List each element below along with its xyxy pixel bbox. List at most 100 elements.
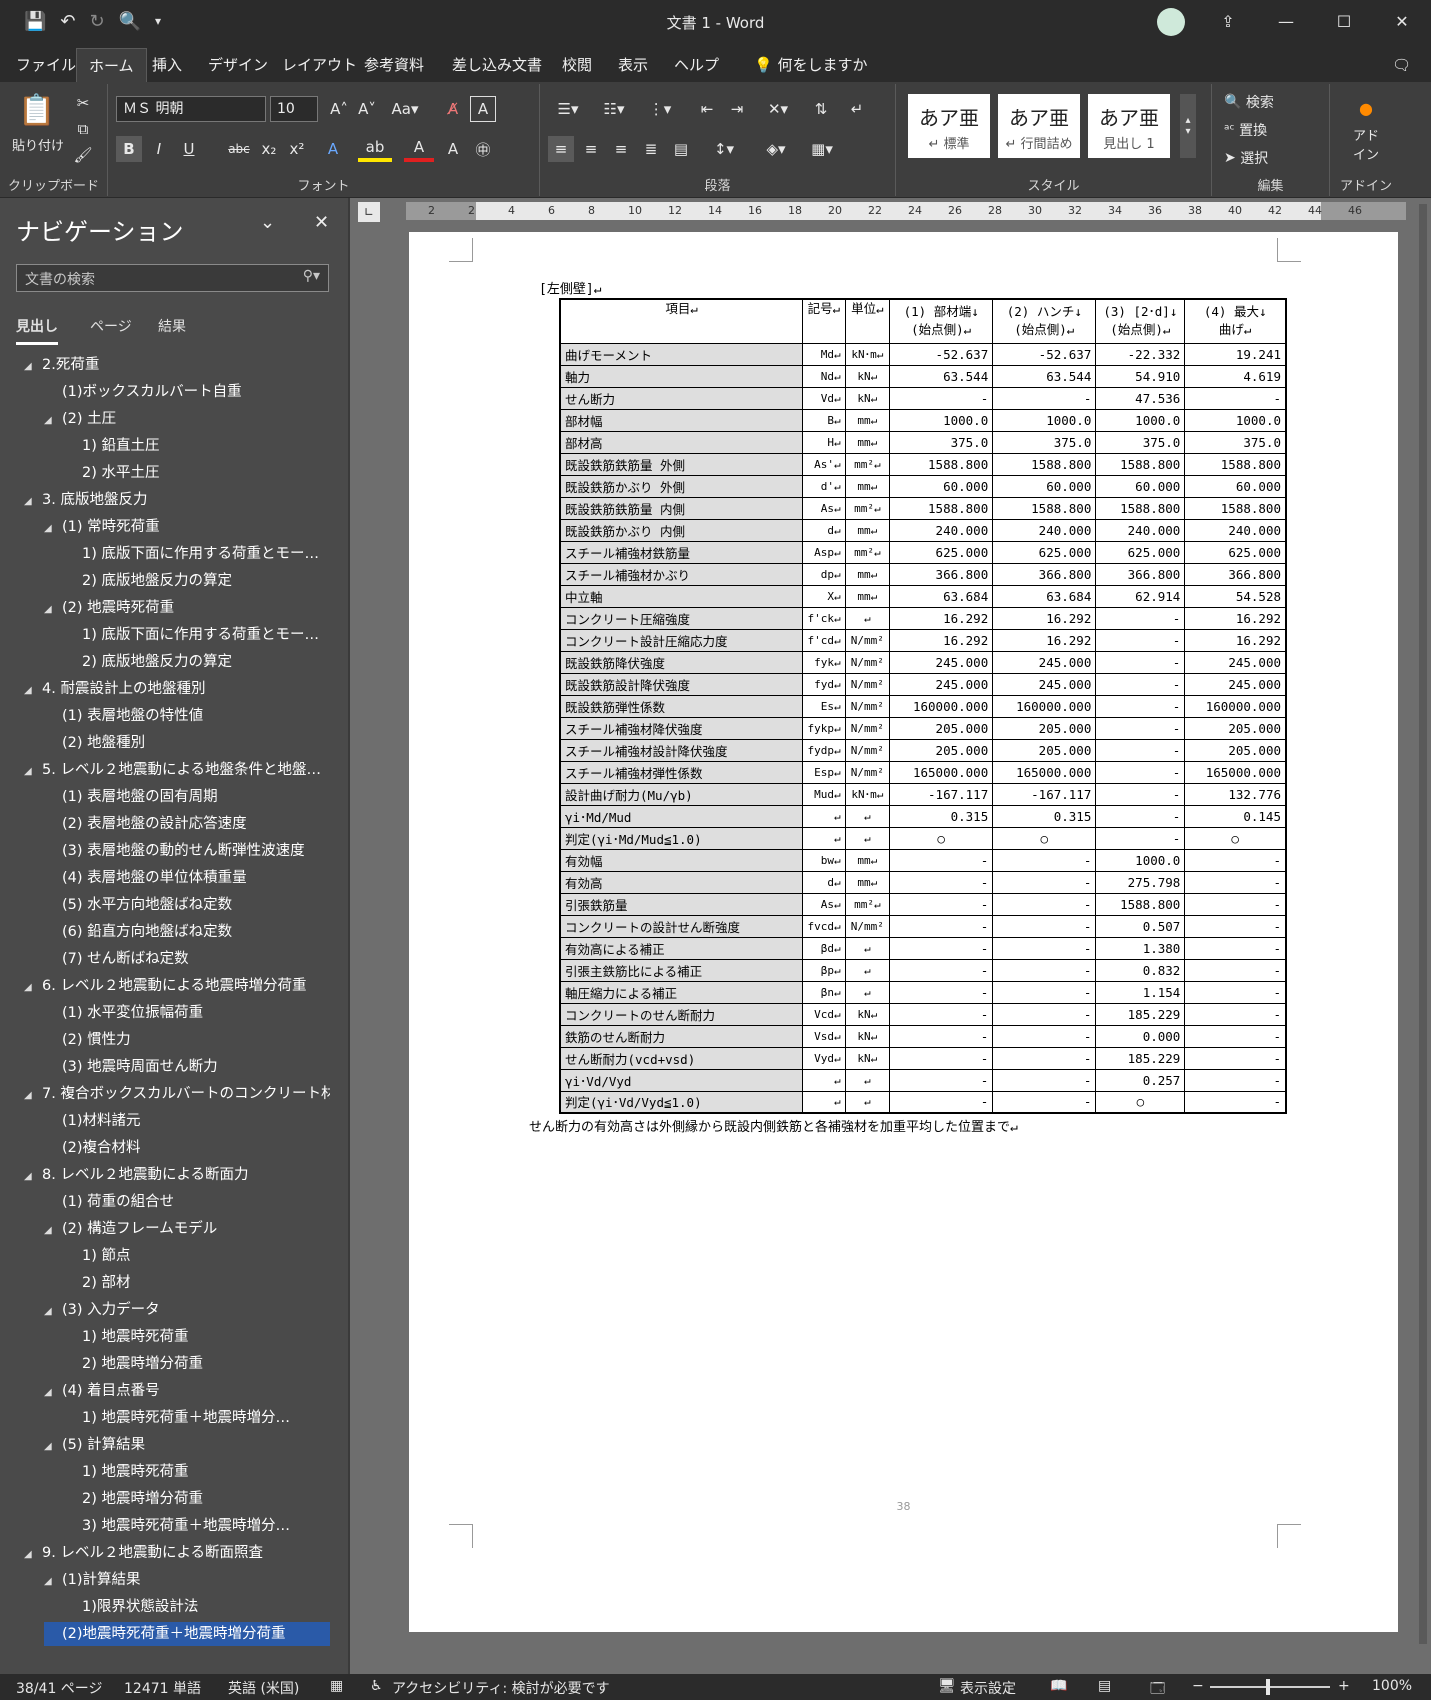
nav-heading-item[interactable]: 1) 地震時死荷重	[64, 1325, 330, 1349]
style-heading1[interactable]: あア亜 見出し 1	[1088, 94, 1170, 158]
nav-heading-item[interactable]: (1)材料諸元	[44, 1109, 330, 1133]
multilevel-list-icon[interactable]: ⋮▾	[640, 96, 680, 122]
nav-heading-item[interactable]: ◢ (5) 計算結果	[44, 1433, 330, 1457]
nav-heading-item[interactable]: (7) せん断ばね定数	[44, 947, 330, 971]
tab-review[interactable]: 校閲	[550, 48, 604, 82]
cut-icon[interactable]: ✂	[72, 92, 94, 114]
nav-heading-item[interactable]: 2) 底版地盤反力の算定	[64, 569, 330, 593]
font-name-box[interactable]: ＭＳ 明朝	[116, 96, 266, 122]
nav-heading-item[interactable]: 1) 地震時死荷重	[64, 1460, 330, 1484]
nav-heading-item[interactable]: (2)複合材料	[44, 1136, 330, 1160]
nav-heading-item[interactable]: ◢ 4. 耐震設計上の地盤種別	[24, 677, 330, 701]
tab-home[interactable]: ホーム	[76, 48, 147, 82]
shrink-font-icon[interactable]: A˅	[354, 96, 380, 122]
tab-mailings[interactable]: 差し込み文書	[440, 48, 554, 82]
sort-icon[interactable]: ⇅	[808, 96, 834, 122]
font-size-box[interactable]: 10	[270, 96, 318, 122]
zoom-out-button[interactable]: −	[1192, 1678, 1204, 1694]
zoom-slider-thumb[interactable]	[1266, 1679, 1270, 1695]
nav-heading-item[interactable]: ◢ 3. 底版地盤反力	[24, 488, 330, 512]
grow-font-icon[interactable]: A˄	[326, 96, 352, 122]
nav-heading-item[interactable]: ◢ 9. レベル２地震動による断面照査	[24, 1541, 330, 1565]
nav-search-input[interactable]: 文書の検索 ⚲▾	[16, 264, 329, 292]
ribbon-display-options-button[interactable]: ⇪	[1199, 0, 1257, 42]
collapse-triangle-icon[interactable]: ◢	[44, 1435, 62, 1457]
accessibility-icon[interactable]: ♿	[370, 1678, 383, 1694]
italic-button[interactable]: I	[146, 136, 172, 162]
nav-heading-item[interactable]: (1) 表層地盤の固有周期	[44, 785, 330, 809]
print-layout-icon[interactable]: ▤	[1098, 1678, 1111, 1694]
nav-heading-item[interactable]: 1) 節点	[64, 1244, 330, 1268]
nav-heading-item[interactable]: ◢ 6. レベル２地震動による地震時増分荷重	[24, 974, 330, 998]
nav-heading-item[interactable]: (2) 慣性力	[44, 1028, 330, 1052]
nav-heading-item[interactable]: 2) 部材	[64, 1271, 330, 1295]
decrease-indent-icon[interactable]: ⇤	[694, 96, 720, 122]
tab-headings[interactable]: 見出し	[16, 316, 58, 345]
nav-heading-item[interactable]: 2) 地震時増分荷重	[64, 1487, 330, 1511]
comments-icon[interactable]: 🗨	[1380, 48, 1423, 82]
numbering-icon[interactable]: ☷▾	[594, 96, 634, 122]
superscript-icon[interactable]: x²	[284, 136, 310, 162]
find-button[interactable]: 🔍 検索	[1224, 90, 1314, 114]
tab-results[interactable]: 結果	[158, 316, 186, 336]
nav-heading-item[interactable]: 2) 地震時増分荷重	[64, 1352, 330, 1376]
zoom-slider[interactable]	[1210, 1686, 1330, 1688]
nav-heading-item[interactable]: ◢ (2) 地震時死荷重	[44, 596, 330, 620]
nav-heading-item[interactable]: (1) 水平変位振幅荷重	[44, 1001, 330, 1025]
nav-heading-item[interactable]: ◢ 8. レベル２地震動による断面力	[24, 1163, 330, 1187]
show-formatting-icon[interactable]: ↵	[844, 96, 870, 122]
collapse-triangle-icon[interactable]: ◢	[24, 760, 42, 782]
character-border-icon[interactable]: A	[470, 96, 496, 122]
maximize-button[interactable]: ☐	[1315, 0, 1373, 42]
nav-heading-item[interactable]: 1) 鉛直土圧	[64, 434, 330, 458]
collapse-triangle-icon[interactable]: ◢	[24, 1084, 42, 1106]
display-settings-icon[interactable]: 🖥	[938, 1678, 956, 1694]
shading-icon[interactable]: ◈▾	[756, 136, 796, 162]
nav-heading-item[interactable]: 1) 底版下面に作用する荷重とモー…	[64, 623, 330, 647]
collapse-triangle-icon[interactable]: ◢	[44, 517, 62, 539]
zoom-level[interactable]: 100%	[1372, 1678, 1412, 1694]
tell-me-search[interactable]: 💡 何をしますか	[742, 48, 879, 82]
paste-button[interactable]: 貼り付け	[8, 134, 68, 154]
word-count[interactable]: 12471 単語	[124, 1678, 201, 1698]
strikethrough-icon[interactable]: abc	[224, 136, 254, 162]
chevron-down-icon[interactable]: ⌄	[260, 212, 275, 233]
nav-heading-item[interactable]: 1) 底版下面に作用する荷重とモー…	[64, 542, 330, 566]
change-case-icon[interactable]: Aa▾	[388, 96, 422, 122]
addin-icon[interactable]: ●	[1352, 98, 1380, 118]
tab-design[interactable]: デザイン	[196, 48, 280, 82]
close-icon[interactable]: ✕	[314, 212, 329, 233]
enclose-characters-icon[interactable]: ㊥	[470, 136, 496, 162]
vertical-scrollbar[interactable]	[1419, 204, 1427, 1644]
account-avatar[interactable]	[1157, 8, 1185, 36]
nav-heading-item[interactable]: (2)地震時死荷重＋地震時増分荷重	[44, 1622, 330, 1646]
minimize-button[interactable]: —	[1257, 0, 1315, 42]
tab-insert[interactable]: 挿入	[140, 48, 194, 82]
nav-heading-item[interactable]: (6) 鉛直方向地盤ばね定数	[44, 920, 330, 944]
copy-icon[interactable]: ⧉	[72, 118, 94, 140]
collapse-triangle-icon[interactable]: ◢	[24, 679, 42, 701]
styles-scroll-icon[interactable]: ▴ ▾	[1180, 94, 1196, 158]
language-indicator[interactable]: 英語 (米国)	[228, 1678, 299, 1698]
nav-heading-item[interactable]: (1) 荷重の組合せ	[44, 1190, 330, 1214]
align-right-icon[interactable]: ≡	[608, 136, 634, 162]
document-page[interactable]: [左側壁]↵ 項目↵ 記号↵ 単位↵ (1) 部材端↓ (始点側)↵ (2) ハン…	[409, 232, 1398, 1632]
zoom-in-button[interactable]: +	[1338, 1678, 1350, 1694]
macro-record-icon[interactable]: ▦	[330, 1678, 343, 1694]
subscript-icon[interactable]: x₂	[256, 136, 282, 162]
nav-heading-item[interactable]: 1) 地震時死荷重＋地震時増分…	[64, 1406, 330, 1430]
nav-heading-item[interactable]: ◢ (1)計算結果	[44, 1568, 330, 1592]
bullets-icon[interactable]: ☰▾	[548, 96, 588, 122]
collapse-triangle-icon[interactable]: ◢	[44, 1570, 62, 1592]
tab-selector-icon[interactable]: ∟	[358, 202, 380, 222]
calculation-table[interactable]: 項目↵ 記号↵ 単位↵ (1) 部材端↓ (始点側)↵ (2) ハンチ↓ (始点側)…	[559, 298, 1287, 1114]
collapse-triangle-icon[interactable]: ◢	[44, 1381, 62, 1403]
select-button[interactable]: ➤ 選択	[1224, 146, 1314, 170]
nav-heading-item[interactable]: (5) 水平方向地盤ばね定数	[44, 893, 330, 917]
nav-heading-item[interactable]: ◢ 5. レベル２地震動による地盤条件と地盤…	[24, 758, 330, 782]
accessibility-status[interactable]: アクセシビリティ: 検討が必要です	[392, 1678, 610, 1698]
read-mode-icon[interactable]: 📖	[1050, 1678, 1067, 1694]
collapse-triangle-icon[interactable]: ◢	[44, 1300, 62, 1322]
display-settings[interactable]: 表示設定	[960, 1678, 1016, 1698]
tab-view[interactable]: 表示	[606, 48, 660, 82]
